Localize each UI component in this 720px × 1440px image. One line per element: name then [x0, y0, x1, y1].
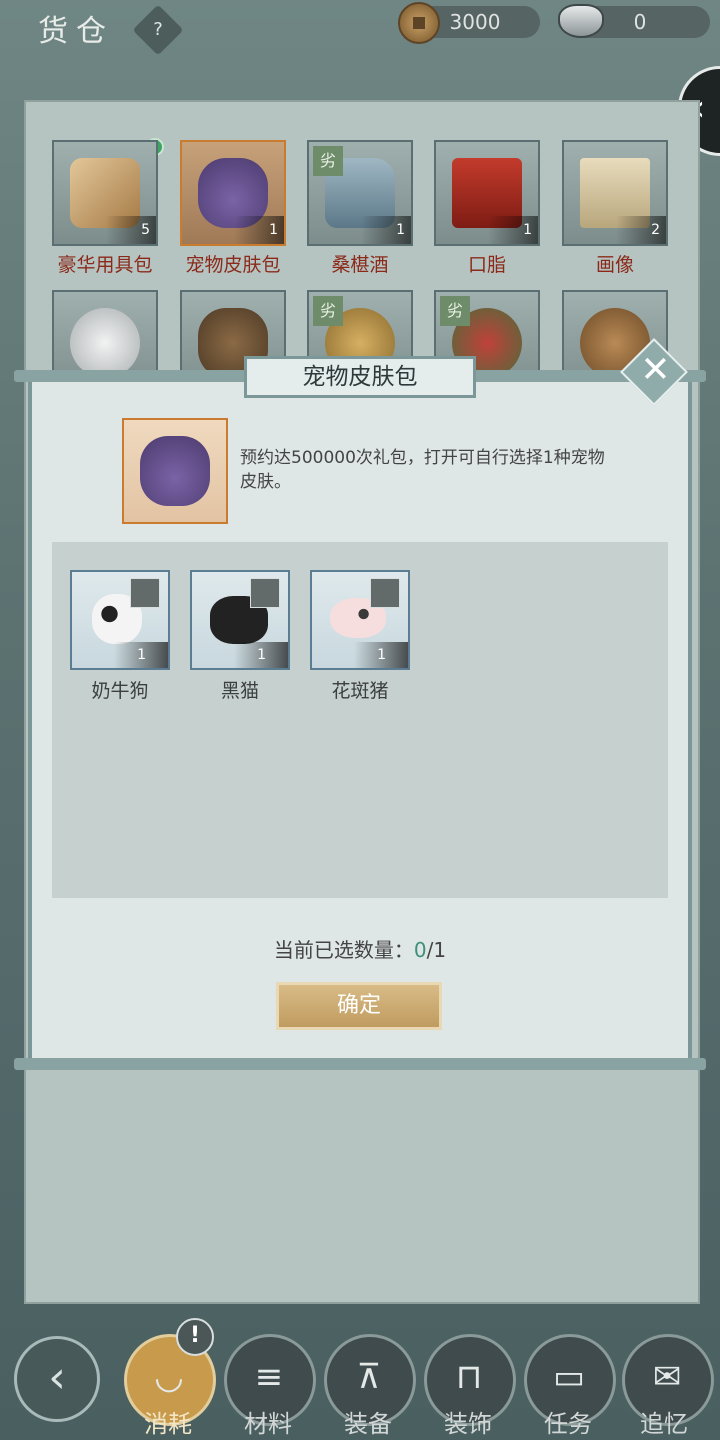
robe-icon: ⊼ [356, 1357, 382, 1397]
skin-name: 奶牛狗 [91, 680, 149, 702]
select-checkbox[interactable] [130, 578, 160, 608]
skin-option[interactable]: 1 奶牛狗 [70, 570, 170, 703]
skin-option[interactable]: 1 黑猫 [190, 570, 290, 703]
inventory-item[interactable]: 1 口脂 [434, 140, 540, 277]
item-count: 1 [361, 216, 411, 244]
selected-current: 0 [413, 938, 427, 962]
bowl-icon: ◡ [154, 1357, 184, 1397]
tab-quests-label: 任务 [544, 1410, 592, 1438]
alert-icon: ! [176, 1318, 214, 1356]
inventory-item[interactable]: 5 豪华用具包 [52, 140, 158, 277]
back-button[interactable]: ‹ [14, 1336, 100, 1422]
skin-count: 1 [114, 642, 168, 668]
logs-icon: ≡ [254, 1357, 284, 1397]
page-title: 货仓 [38, 14, 114, 49]
select-checkbox[interactable] [370, 578, 400, 608]
item-description: 预约达500000次礼包，打开可自行选择1种宠物皮肤。 [240, 448, 605, 492]
item-count: 5 [106, 216, 156, 244]
tab-consume-label: 消耗 [144, 1410, 192, 1438]
skin-option[interactable]: 1 花斑猪 [310, 570, 410, 703]
help-button[interactable]: ? [132, 4, 184, 56]
item-name: 口脂 [467, 254, 506, 276]
copper-coin-icon [398, 2, 440, 44]
tab-decoration-label: 装饰 [444, 1410, 492, 1438]
letter-icon: ✉ [652, 1357, 682, 1397]
select-checkbox[interactable] [250, 578, 280, 608]
item-count: 1 [488, 216, 538, 244]
fence-icon: ⊓ [455, 1357, 483, 1397]
silver-ingot-icon [558, 4, 604, 38]
scroll-rod-bottom [14, 1058, 706, 1070]
book-icon: ▭ [552, 1357, 586, 1397]
top-bar: 货仓 ? 3000 0 [0, 0, 720, 60]
skin-name: 黑猫 [220, 680, 259, 702]
selected-count-label: 当前已选数量： [273, 938, 414, 962]
item-tile[interactable]: 1 [434, 140, 540, 246]
inventory-item[interactable]: 2 画像 [562, 140, 668, 277]
tab-materials-label: 材料 [244, 1410, 292, 1438]
item-tile[interactable]: 劣 1 [307, 140, 413, 246]
pearl-icon [70, 308, 140, 378]
skin-tile[interactable]: 1 [70, 570, 170, 670]
item-name: 豪华用具包 [57, 254, 153, 276]
skin-name: 花斑猪 [331, 680, 389, 702]
quality-badge: 劣 [440, 296, 470, 326]
inventory-item[interactable]: 1 宠物皮肤包 [180, 140, 286, 277]
item-name: 桑椹酒 [331, 254, 389, 276]
selected-item-icon [122, 418, 228, 524]
quality-badge: 劣 [313, 146, 343, 176]
selected-count: 当前已选数量：0/1 [0, 934, 720, 963]
skin-tile[interactable]: 1 [190, 570, 290, 670]
item-tile[interactable]: 5 [52, 140, 158, 246]
selected-total: /1 [426, 938, 447, 962]
skin-count: 1 [234, 642, 288, 668]
tab-memories-label: 追忆 [640, 1410, 688, 1438]
help-icon: ? [153, 19, 163, 40]
quality-badge: 劣 [313, 296, 343, 326]
pet-skin-bag-icon [140, 436, 210, 506]
close-icon: ✕ [640, 349, 671, 391]
skin-count: 1 [354, 642, 408, 668]
item-name: 宠物皮肤包 [185, 254, 281, 276]
inventory-item[interactable]: 劣 1 桑椹酒 [307, 140, 413, 277]
modal-title: 宠物皮肤包 [244, 356, 476, 398]
item-tile[interactable]: 2 [562, 140, 668, 246]
skin-tile[interactable]: 1 [310, 570, 410, 670]
item-name: 画像 [595, 254, 634, 276]
tab-equipment-label: 装备 [344, 1410, 392, 1438]
confirm-button[interactable]: 确定 [276, 982, 442, 1030]
item-count: 1 [234, 216, 284, 244]
item-tile-selected[interactable]: 1 [180, 140, 286, 246]
item-count: 2 [616, 216, 666, 244]
